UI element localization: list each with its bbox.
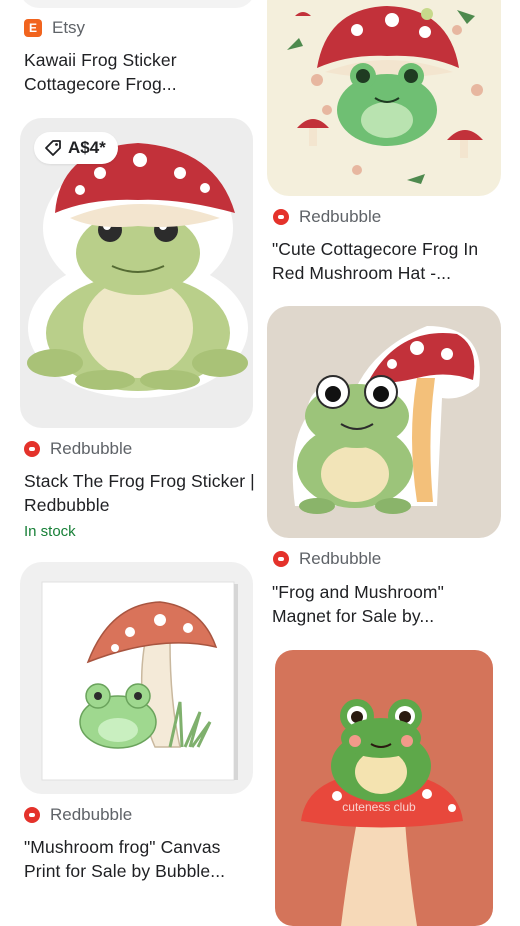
price-text: A$4* bbox=[68, 138, 106, 157]
watermark-text: cuteness club bbox=[342, 800, 416, 814]
cottagecore-frog-illustration bbox=[287, 6, 483, 184]
product-image-stack-frog[interactable]: A$4* bbox=[20, 118, 253, 428]
tag-icon bbox=[45, 140, 61, 156]
frog-sticker-illustration bbox=[27, 143, 248, 398]
product-title[interactable]: "Frog and Mushroom" Magnet for Sale by..… bbox=[272, 580, 504, 628]
canvas-print-illustration bbox=[41, 581, 238, 781]
source-redbubble[interactable]: Redbubble bbox=[273, 207, 381, 227]
product-title[interactable]: Kawaii Frog Sticker Cottagecore Frog... bbox=[24, 48, 256, 96]
source-redbubble[interactable]: Redbubble bbox=[273, 549, 381, 569]
magnet-frog-illustration bbox=[292, 326, 480, 514]
price-badge: A$4* bbox=[34, 132, 118, 164]
source-label: Redbubble bbox=[299, 207, 382, 226]
source-label: Redbubble bbox=[299, 549, 382, 568]
stock-status: In stock bbox=[24, 523, 76, 540]
redbubble-logo-icon bbox=[273, 551, 289, 567]
product-image-cottagecore-frog[interactable] bbox=[267, 0, 501, 196]
source-redbubble[interactable]: Redbubble bbox=[24, 439, 132, 459]
source-redbubble[interactable]: Redbubble bbox=[24, 805, 132, 825]
source-label: Redbubble bbox=[50, 805, 133, 824]
etsy-logo-icon: E bbox=[24, 19, 42, 37]
redbubble-logo-icon bbox=[24, 441, 40, 457]
redbubble-logo-icon bbox=[24, 807, 40, 823]
redbubble-logo-icon bbox=[273, 209, 289, 225]
source-label: Etsy bbox=[52, 18, 86, 37]
product-title[interactable]: "Cute Cottagecore Frog In Red Mushroom H… bbox=[272, 237, 504, 285]
frog-on-mushroom-illustration: cuteness club bbox=[275, 650, 493, 926]
product-title[interactable]: "Mushroom frog" Canvas Print for Sale by… bbox=[24, 835, 256, 883]
source-etsy[interactable]: E Etsy bbox=[24, 18, 85, 38]
product-image-mushroom-frog-canvas[interactable] bbox=[20, 562, 253, 794]
product-image-frog-mushroom-magnet[interactable] bbox=[267, 306, 501, 538]
product-image-frog-on-mushroom[interactable]: cuteness club bbox=[267, 646, 501, 926]
source-label: Redbubble bbox=[50, 439, 133, 458]
product-title[interactable]: Stack The Frog Frog Sticker | Redbubble bbox=[24, 469, 256, 517]
product-image-kawaii-frog[interactable] bbox=[20, 0, 255, 8]
